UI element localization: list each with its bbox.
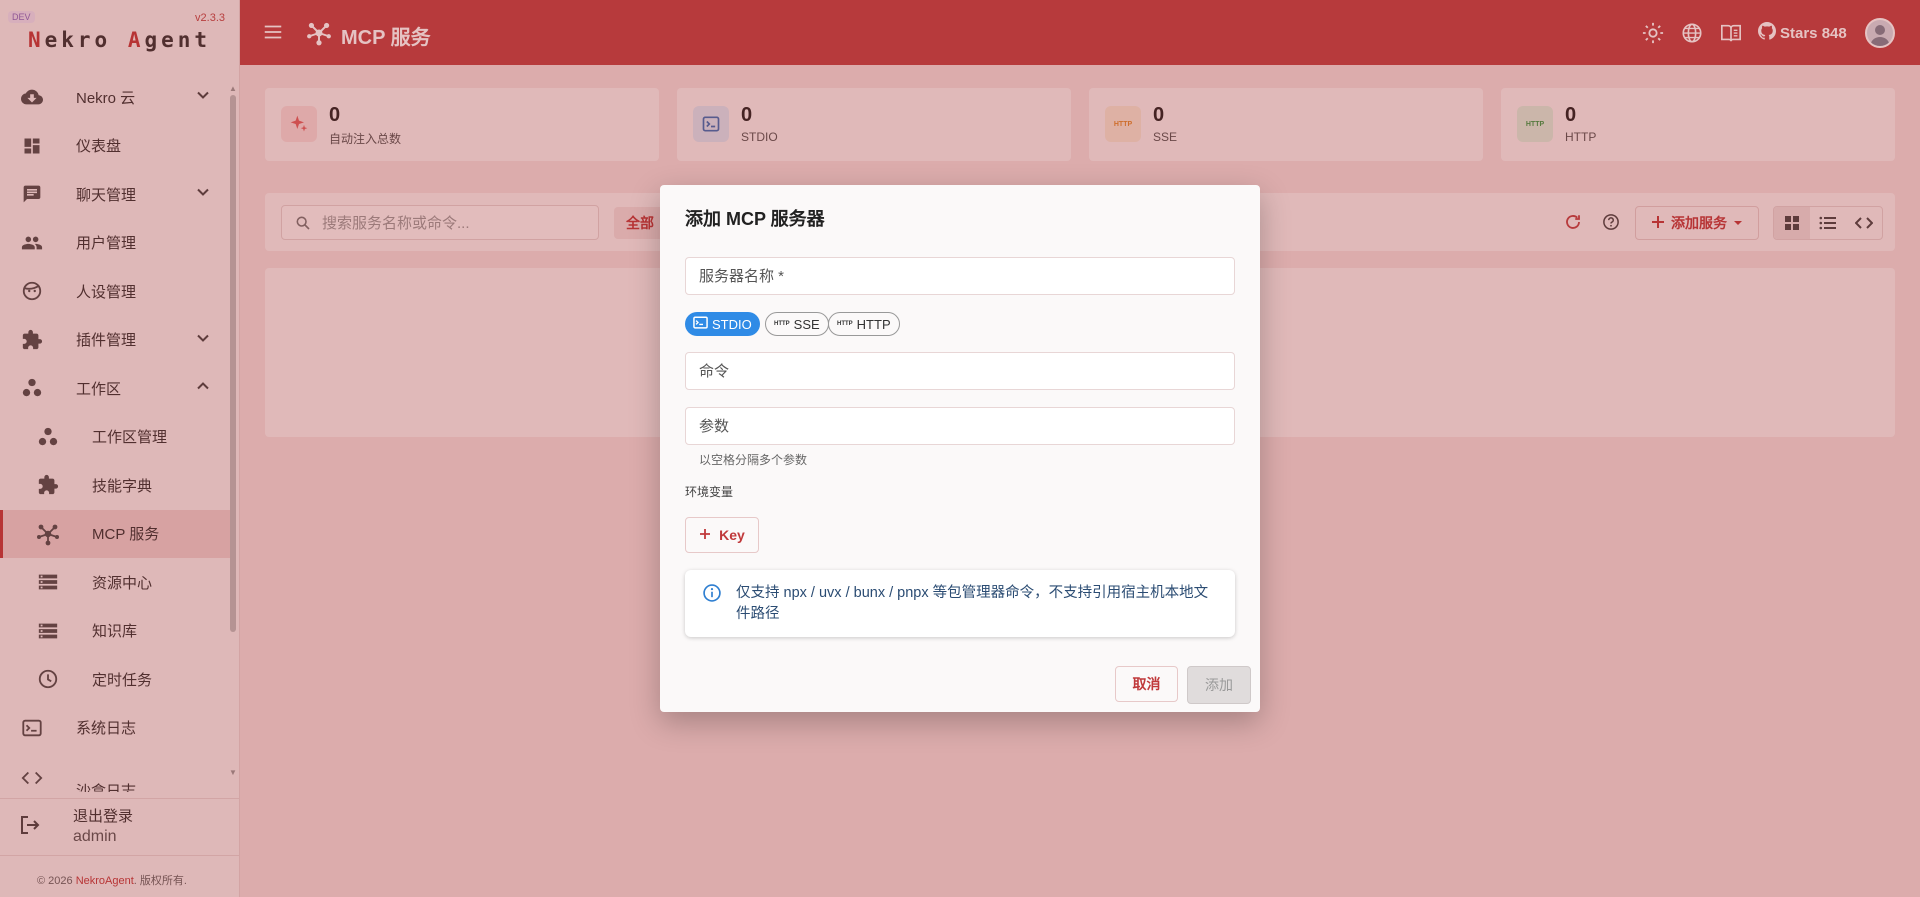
info-text: 仅支持 npx / uvx / bunx / pnpx 等包管理器命令，不支持引… [736, 585, 1209, 622]
add-key-label: Key [719, 527, 745, 543]
info-icon [702, 583, 722, 606]
transport-chip-http[interactable]: HTTP HTTP [828, 312, 900, 336]
transport-chip-stdio[interactable]: STDIO [685, 312, 760, 336]
http-icon: HTTP [774, 321, 790, 327]
add-key-button[interactable]: Key [685, 517, 759, 553]
dialog-title: 添加 MCP 服务器 [685, 209, 825, 229]
terminal-icon [693, 316, 708, 332]
chip-label: SSE [793, 316, 820, 332]
server-name-field[interactable] [685, 257, 1235, 295]
transport-chip-sse[interactable]: HTTP SSE [765, 312, 829, 336]
add-mcp-server-dialog: 添加 MCP 服务器 STDIO HTTP SSE HTTP HTTP 以空格分… [660, 185, 1260, 712]
args-hint: 以空格分隔多个参数 [699, 453, 808, 467]
args-field[interactable] [685, 407, 1235, 445]
args-input[interactable] [686, 408, 1234, 444]
plus-icon [699, 527, 711, 543]
command-field[interactable] [685, 352, 1235, 390]
command-input[interactable] [686, 353, 1234, 389]
chip-label: HTTP [856, 316, 891, 332]
add-button[interactable]: 添加 [1187, 666, 1251, 704]
cancel-button[interactable]: 取消 [1115, 666, 1178, 702]
server-name-input[interactable] [686, 258, 1234, 294]
chip-label: STDIO [712, 316, 752, 332]
env-vars-label: 环境变量 [685, 485, 734, 499]
http-icon: HTTP [837, 321, 853, 327]
info-alert: 仅支持 npx / uvx / bunx / pnpx 等包管理器命令，不支持引… [685, 570, 1235, 637]
